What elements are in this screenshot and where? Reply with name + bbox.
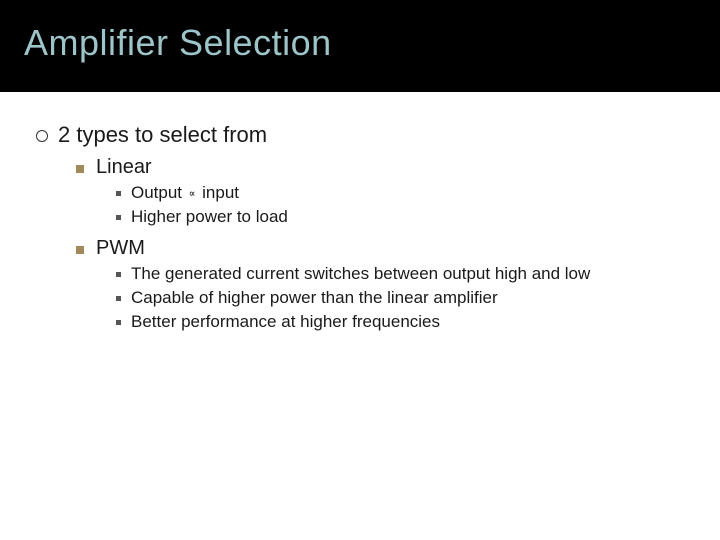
pwm-sub-0-text: The generated current switches between o… xyxy=(131,264,590,284)
main-point: 2 types to select from xyxy=(36,122,684,148)
type-pwm-label: PWM xyxy=(96,237,145,260)
main-point-text: 2 types to select from xyxy=(58,122,267,148)
linear-sub-1-text: Higher power to load xyxy=(131,207,288,227)
square-bullet-icon xyxy=(76,246,84,254)
proportional-icon: ∝ xyxy=(187,189,198,201)
slide-title: Amplifier Selection xyxy=(24,22,696,64)
pwm-sub-1: Capable of higher power than the linear … xyxy=(116,288,684,308)
slide-content: 2 types to select from Linear Output ∝ i… xyxy=(0,92,720,332)
title-band: Amplifier Selection xyxy=(0,0,720,92)
type-linear-label: Linear xyxy=(96,156,152,179)
small-square-bullet-icon xyxy=(116,320,121,325)
circle-bullet-icon xyxy=(36,130,48,142)
linear-sub-0-text: Output ∝ input xyxy=(131,183,239,203)
type-pwm: PWM xyxy=(76,237,684,260)
pwm-sub-0: The generated current switches between o… xyxy=(116,264,684,284)
square-bullet-icon xyxy=(76,165,84,173)
linear-sub-0b: input xyxy=(202,183,239,202)
pwm-sub-2-text: Better performance at higher frequencies xyxy=(131,312,440,332)
pwm-sub-2: Better performance at higher frequencies xyxy=(116,312,684,332)
small-square-bullet-icon xyxy=(116,191,121,196)
linear-sub-0: Output ∝ input xyxy=(116,183,684,203)
pwm-sub-1-text: Capable of higher power than the linear … xyxy=(131,288,498,308)
small-square-bullet-icon xyxy=(116,296,121,301)
linear-sub-1: Higher power to load xyxy=(116,207,684,227)
small-square-bullet-icon xyxy=(116,215,121,220)
type-linear: Linear xyxy=(76,156,684,179)
linear-sub-0a: Output xyxy=(131,183,182,202)
small-square-bullet-icon xyxy=(116,272,121,277)
